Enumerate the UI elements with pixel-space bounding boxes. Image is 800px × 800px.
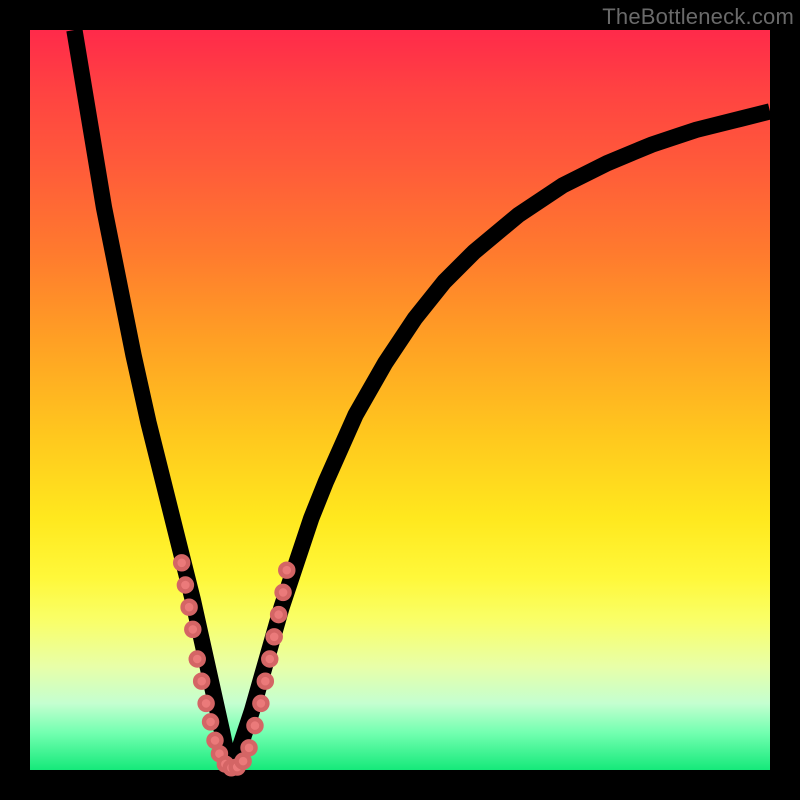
data-marker (186, 623, 199, 636)
data-marker (259, 675, 272, 688)
data-marker (195, 675, 208, 688)
data-marker (254, 697, 267, 710)
bottleneck-curve (74, 30, 770, 770)
data-marker (280, 564, 293, 577)
data-marker (248, 719, 261, 732)
data-marker (200, 697, 213, 710)
data-marker (183, 601, 196, 614)
data-marker (175, 556, 188, 569)
data-marker (272, 608, 285, 621)
data-marker (268, 630, 281, 643)
data-marker (237, 755, 250, 768)
data-marker (179, 578, 192, 591)
data-marker (263, 652, 276, 665)
chart-overlay (30, 30, 770, 770)
data-marker (208, 734, 221, 747)
data-marker (204, 715, 217, 728)
watermark-text: TheBottleneck.com (602, 4, 794, 30)
chart-stage: TheBottleneck.com (0, 0, 800, 800)
data-marker (191, 652, 204, 665)
data-marker (243, 741, 256, 754)
data-marker (277, 586, 290, 599)
